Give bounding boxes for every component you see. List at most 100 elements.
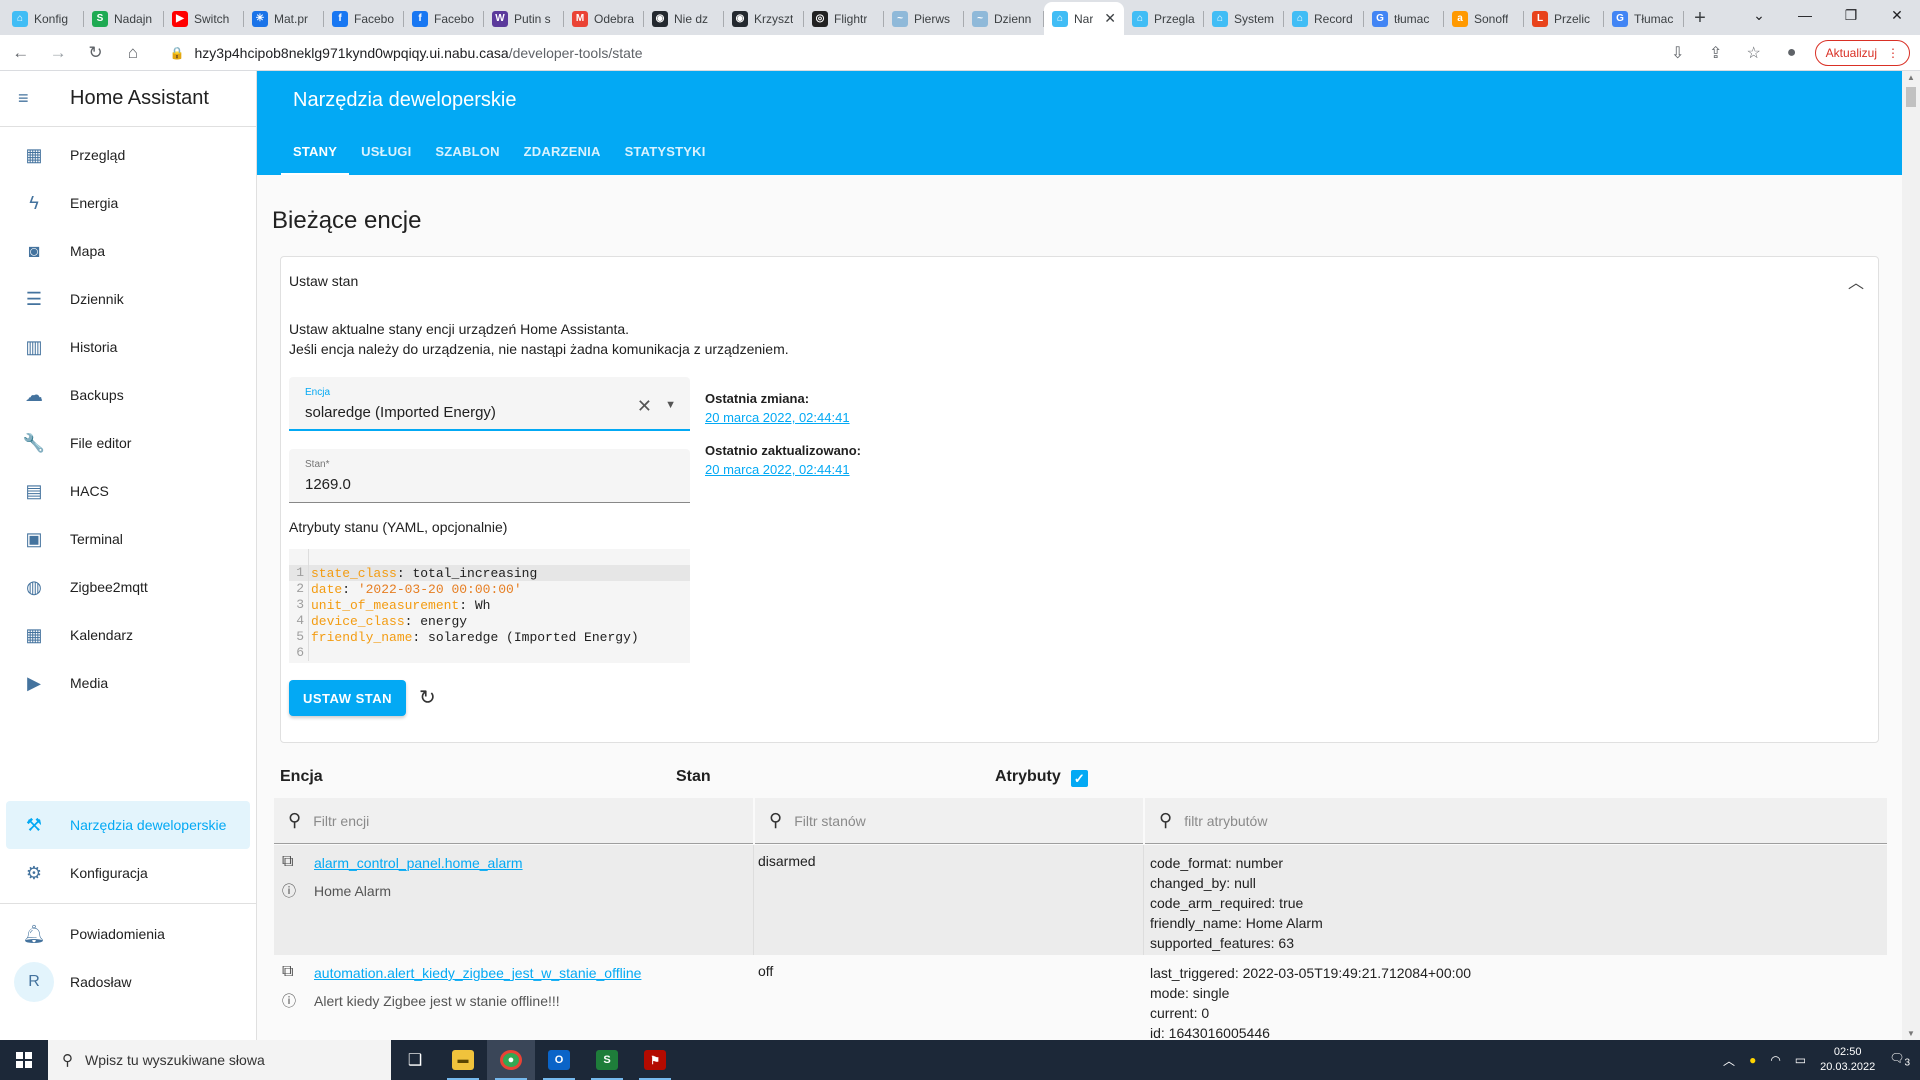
browser-tab[interactable]: ~ Pierws (884, 2, 964, 35)
state-field[interactable]: Stan* 1269.0 (289, 449, 690, 503)
taskbar-clock[interactable]: 02:50 20.03.2022 (1820, 1045, 1875, 1075)
last-updated-link[interactable]: 20 marca 2022, 02:44:41 (705, 462, 861, 477)
close-window-button[interactable]: ✕ (1874, 0, 1920, 30)
menu-icon[interactable]: ≡ (18, 88, 38, 109)
sidebar-item-mapa[interactable]: ◙ Mapa (6, 227, 250, 275)
notification-center-icon[interactable]: 🗨︎3 (1889, 1051, 1910, 1068)
sidebar-item-notifications[interactable]: 🔔︎ Powiadomienia (6, 910, 250, 958)
share-icon[interactable]: ⇪ (1701, 39, 1731, 67)
close-tab-icon[interactable]: ✕ (1100, 10, 1116, 27)
outlook-icon[interactable]: O (535, 1040, 583, 1080)
tab-search-icon[interactable]: ⌄ (1736, 0, 1782, 30)
info-icon[interactable]: ⓘ (282, 881, 296, 901)
battery-icon[interactable]: ▭ (1795, 1053, 1806, 1067)
pdf-reader-icon[interactable]: ⚑ (631, 1040, 679, 1080)
browser-tab[interactable]: W Putin s (484, 2, 564, 35)
tab-statystyki[interactable]: STATYSTYKI (613, 127, 718, 175)
install-app-icon[interactable]: ⇩ (1663, 39, 1693, 67)
sidebar-item-historia[interactable]: ▥ Historia (6, 323, 250, 371)
sidebar-item-media[interactable]: ▶ Media (6, 659, 250, 707)
browser-tab[interactable]: f Facebo (404, 2, 484, 35)
sidebar-item-file-editor[interactable]: 🔧 File editor (6, 419, 250, 467)
tab-szablon[interactable]: SZABLON (423, 127, 511, 175)
update-button[interactable]: Aktualizuj ⋮ (1814, 39, 1910, 66)
scrollbar-thumb[interactable] (1906, 87, 1916, 107)
sidebar-item-terminal[interactable]: ▣ Terminal (6, 515, 250, 563)
windows-start-button[interactable] (0, 1040, 48, 1080)
set-state-button[interactable]: USTAW STAN (289, 680, 406, 716)
scroll-down-icon[interactable]: ▼ (1907, 1029, 1915, 1038)
browser-tab[interactable]: L Przelic (1524, 2, 1604, 35)
entity-id-link[interactable]: automation.alert_kiedy_zigbee_jest_w_sta… (314, 965, 641, 981)
browser-tab[interactable]: ◎ Flightr (804, 2, 884, 35)
copy-icon[interactable]: ⧉ (282, 853, 293, 871)
url-input[interactable]: 🔒 hzy3p4hcipob8neklg971kynd0wpqiqy.ui.na… (159, 38, 1663, 67)
browser-tab[interactable]: M Odebra (564, 2, 644, 35)
sidebar-item-kalendarz[interactable]: ▦ Kalendarz (6, 611, 250, 659)
entity-combobox[interactable]: Encja solaredge (Imported Energy) ✕ ▼ (289, 377, 690, 431)
solaredge-app-icon[interactable]: S (583, 1040, 631, 1080)
wifi-icon[interactable]: ◠ (1770, 1053, 1780, 1067)
sidebar-item-energia[interactable]: ϟ Energia (6, 179, 250, 227)
entity-filter-input[interactable]: ⚲ Filtr encji (274, 798, 753, 844)
browser-tab[interactable]: ✳ Mat.pr (244, 2, 324, 35)
back-button[interactable]: ← (4, 38, 37, 68)
reload-button[interactable]: ↻ (79, 38, 112, 68)
browser-tab[interactable]: ⌂ Przegla (1124, 2, 1204, 35)
browser-tab[interactable]: ⌂ Record (1284, 2, 1364, 35)
maximize-button[interactable]: ❐ (1828, 0, 1874, 30)
sidebar-item-config[interactable]: ⚙ Konfiguracja (6, 849, 250, 897)
tray-chevron-icon[interactable]: ︿ (1723, 1052, 1735, 1069)
attributes-filter-input[interactable]: ⚲ filtr atrybutów (1145, 798, 1887, 844)
onedrive-icon[interactable]: ● (1749, 1053, 1756, 1067)
new-tab-button[interactable]: + (1684, 2, 1716, 35)
browser-tab[interactable]: f Facebo (324, 2, 404, 35)
dropdown-arrow-icon[interactable]: ▼ (665, 399, 676, 411)
forward-button[interactable]: → (41, 38, 74, 68)
attributes-checkbox[interactable]: ✓ (1070, 770, 1088, 787)
state-filter-input[interactable]: ⚲ Filtr stanów (755, 798, 1143, 844)
copy-icon[interactable]: ⧉ (282, 963, 293, 981)
clear-icon[interactable]: ✕ (637, 396, 652, 417)
taskbar-search-placeholder: Wpisz tu wyszukiwane słowa (85, 1052, 265, 1068)
sidebar-item-dziennik[interactable]: ☰ Dziennik (6, 275, 250, 323)
sidebar-item-developer-tools[interactable]: ⚒ Narzędzia deweloperskie (6, 801, 250, 849)
browser-tab[interactable]: S Nadajn (84, 2, 164, 35)
browser-tab[interactable]: ◉ Krzyszt (724, 2, 804, 35)
chevron-up-icon[interactable]: ︿ (1848, 269, 1864, 293)
chrome-icon[interactable]: ● (487, 1040, 535, 1080)
tab-zdarzenia[interactable]: ZDARZENIA (512, 127, 613, 175)
browser-tab[interactable]: ◉ Nie dz (644, 2, 724, 35)
minimize-button[interactable]: — (1782, 0, 1828, 30)
info-icon[interactable]: ⓘ (282, 991, 296, 1011)
tab-stany[interactable]: STANY (281, 127, 350, 175)
last-changed-label: Ostatnia zmiana: (705, 391, 810, 406)
entity-id-link[interactable]: alarm_control_panel.home_alarm (314, 855, 523, 871)
home-button[interactable]: ⌂ (116, 38, 149, 68)
file-explorer-icon[interactable]: ▬ (439, 1040, 487, 1080)
tab-usługi[interactable]: USŁUGI (349, 127, 423, 175)
scroll-up-icon[interactable]: ▲ (1907, 73, 1915, 82)
browser-tab[interactable]: ⌂ Nar ✕ (1044, 2, 1124, 35)
sidebar-item-backups[interactable]: ☁ Backups (6, 371, 250, 419)
page-scrollbar[interactable]: ▲ ▼ (1902, 71, 1920, 1040)
sidebar-item-przegl-d[interactable]: ▦ Przegląd (6, 131, 250, 179)
last-changed-link[interactable]: 20 marca 2022, 02:44:41 (705, 410, 861, 425)
browser-tab[interactable]: G Tłumac (1604, 2, 1684, 35)
sidebar-item-profile[interactable]: R Radosław (6, 958, 250, 1006)
browser-tab[interactable]: a Sonoff (1444, 2, 1524, 35)
taskbar-search-input[interactable]: ⚲ Wpisz tu wyszukiwane słowa (48, 1040, 391, 1080)
browser-tab[interactable]: ⌂ Konfig (4, 2, 84, 35)
task-view-icon[interactable]: ❑ (391, 1040, 439, 1080)
browser-tab[interactable]: Gtłumac (1364, 2, 1444, 35)
browser-tab[interactable]: ⌂ System (1204, 2, 1284, 35)
sidebar-item-hacs[interactable]: ▤ HACS (6, 467, 250, 515)
refresh-icon[interactable]: ↻ (419, 685, 436, 710)
sidebar-item-label: Historia (70, 339, 118, 355)
sidebar-item-zigbee2mqtt[interactable]: ◍ Zigbee2mqtt (6, 563, 250, 611)
browser-tab[interactable]: ~ Dzienn (964, 2, 1044, 35)
yaml-editor[interactable]: 1 state_class: total_increasing 2 date: '20… (289, 549, 690, 663)
bookmark-star-icon[interactable]: ☆ (1739, 39, 1769, 67)
browser-tab[interactable]: ▶ Switch (164, 2, 244, 35)
profile-icon[interactable]: ● (1777, 39, 1807, 67)
